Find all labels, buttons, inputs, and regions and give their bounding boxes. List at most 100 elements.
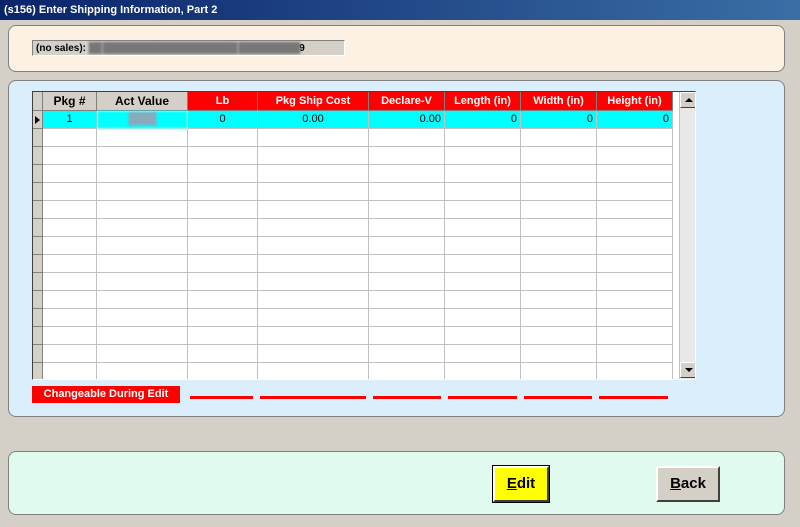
row-selector[interactable] xyxy=(33,219,43,237)
col-header-lb[interactable]: Lb xyxy=(188,92,258,111)
empty-cell[interactable] xyxy=(369,165,445,183)
empty-cell[interactable] xyxy=(521,147,597,165)
empty-cell[interactable] xyxy=(597,309,673,327)
empty-cell[interactable] xyxy=(445,237,521,255)
empty-cell[interactable] xyxy=(445,183,521,201)
empty-cell[interactable] xyxy=(369,327,445,345)
scroll-up-button[interactable] xyxy=(680,92,695,108)
empty-cell[interactable] xyxy=(188,363,258,379)
empty-cell[interactable] xyxy=(97,309,188,327)
empty-cell[interactable] xyxy=(97,291,188,309)
empty-cell[interactable] xyxy=(43,255,97,273)
empty-cell[interactable] xyxy=(43,291,97,309)
empty-cell[interactable] xyxy=(521,183,597,201)
empty-cell[interactable] xyxy=(258,237,369,255)
empty-cell[interactable] xyxy=(521,129,597,147)
empty-cell[interactable] xyxy=(258,309,369,327)
empty-cell[interactable] xyxy=(445,219,521,237)
row-selector[interactable] xyxy=(33,201,43,219)
cell-length[interactable]: 0 xyxy=(445,111,521,129)
empty-cell[interactable] xyxy=(521,201,597,219)
empty-cell[interactable] xyxy=(258,255,369,273)
empty-cell[interactable] xyxy=(521,219,597,237)
empty-cell[interactable] xyxy=(521,291,597,309)
empty-cell[interactable] xyxy=(521,255,597,273)
empty-cell[interactable] xyxy=(97,237,188,255)
empty-cell[interactable] xyxy=(258,147,369,165)
empty-cell[interactable] xyxy=(369,219,445,237)
empty-cell[interactable] xyxy=(258,345,369,363)
empty-cell[interactable] xyxy=(445,147,521,165)
empty-cell[interactable] xyxy=(597,345,673,363)
empty-cell[interactable] xyxy=(188,129,258,147)
empty-cell[interactable] xyxy=(97,255,188,273)
empty-cell[interactable] xyxy=(258,327,369,345)
empty-cell[interactable] xyxy=(258,165,369,183)
col-header-act-value[interactable]: Act Value xyxy=(97,92,188,111)
empty-cell[interactable] xyxy=(97,273,188,291)
empty-cell[interactable] xyxy=(188,345,258,363)
empty-cell[interactable] xyxy=(597,129,673,147)
empty-cell[interactable] xyxy=(43,327,97,345)
cell-declare-v[interactable]: 0.00 xyxy=(369,111,445,129)
empty-cell[interactable] xyxy=(43,147,97,165)
empty-cell[interactable] xyxy=(97,129,188,147)
empty-cell[interactable] xyxy=(188,201,258,219)
cell-height[interactable]: 0 xyxy=(597,111,673,129)
empty-cell[interactable] xyxy=(445,309,521,327)
empty-cell[interactable] xyxy=(369,201,445,219)
vertical-scrollbar[interactable] xyxy=(679,92,695,379)
package-grid[interactable]: Pkg # Act Value Lb Pkg Ship Cost Declare… xyxy=(32,91,696,380)
empty-cell[interactable] xyxy=(188,273,258,291)
empty-cell[interactable] xyxy=(445,129,521,147)
row-selector[interactable] xyxy=(33,237,43,255)
cell-act-value[interactable]: ████ xyxy=(97,111,188,129)
empty-cell[interactable] xyxy=(597,291,673,309)
empty-cell[interactable] xyxy=(597,255,673,273)
empty-cell[interactable] xyxy=(521,273,597,291)
empty-cell[interactable] xyxy=(43,219,97,237)
empty-cell[interactable] xyxy=(369,273,445,291)
cell-lb[interactable]: 0 xyxy=(188,111,258,129)
row-selector[interactable] xyxy=(33,183,43,201)
col-header-declare-v[interactable]: Declare-V xyxy=(369,92,445,111)
back-button[interactable]: Back xyxy=(656,466,720,502)
row-selector[interactable] xyxy=(33,165,43,183)
empty-cell[interactable] xyxy=(445,201,521,219)
row-selector[interactable] xyxy=(33,363,43,379)
empty-cell[interactable] xyxy=(521,345,597,363)
row-selector-1[interactable] xyxy=(33,111,43,129)
empty-cell[interactable] xyxy=(369,363,445,379)
empty-cell[interactable] xyxy=(597,147,673,165)
empty-cell[interactable] xyxy=(188,237,258,255)
row-selector[interactable] xyxy=(33,309,43,327)
empty-cell[interactable] xyxy=(369,147,445,165)
empty-cell[interactable] xyxy=(188,309,258,327)
cell-width[interactable]: 0 xyxy=(521,111,597,129)
empty-cell[interactable] xyxy=(97,201,188,219)
empty-cell[interactable] xyxy=(188,165,258,183)
empty-cell[interactable] xyxy=(597,363,673,379)
empty-cell[interactable] xyxy=(597,219,673,237)
empty-cell[interactable] xyxy=(369,309,445,327)
empty-cell[interactable] xyxy=(521,309,597,327)
empty-cell[interactable] xyxy=(445,327,521,345)
empty-cell[interactable] xyxy=(445,345,521,363)
empty-cell[interactable] xyxy=(43,345,97,363)
empty-cell[interactable] xyxy=(43,129,97,147)
empty-cell[interactable] xyxy=(258,219,369,237)
empty-cell[interactable] xyxy=(188,291,258,309)
empty-cell[interactable] xyxy=(369,183,445,201)
empty-cell[interactable] xyxy=(445,255,521,273)
empty-cell[interactable] xyxy=(188,219,258,237)
row-selector[interactable] xyxy=(33,129,43,147)
empty-cell[interactable] xyxy=(97,165,188,183)
empty-cell[interactable] xyxy=(369,291,445,309)
empty-cell[interactable] xyxy=(445,165,521,183)
empty-cell[interactable] xyxy=(188,183,258,201)
empty-cell[interactable] xyxy=(597,273,673,291)
cell-pkg[interactable]: 1 xyxy=(43,111,97,129)
empty-cell[interactable] xyxy=(445,291,521,309)
scroll-down-button[interactable] xyxy=(680,362,695,378)
col-header-height[interactable]: Height (in) xyxy=(597,92,673,111)
